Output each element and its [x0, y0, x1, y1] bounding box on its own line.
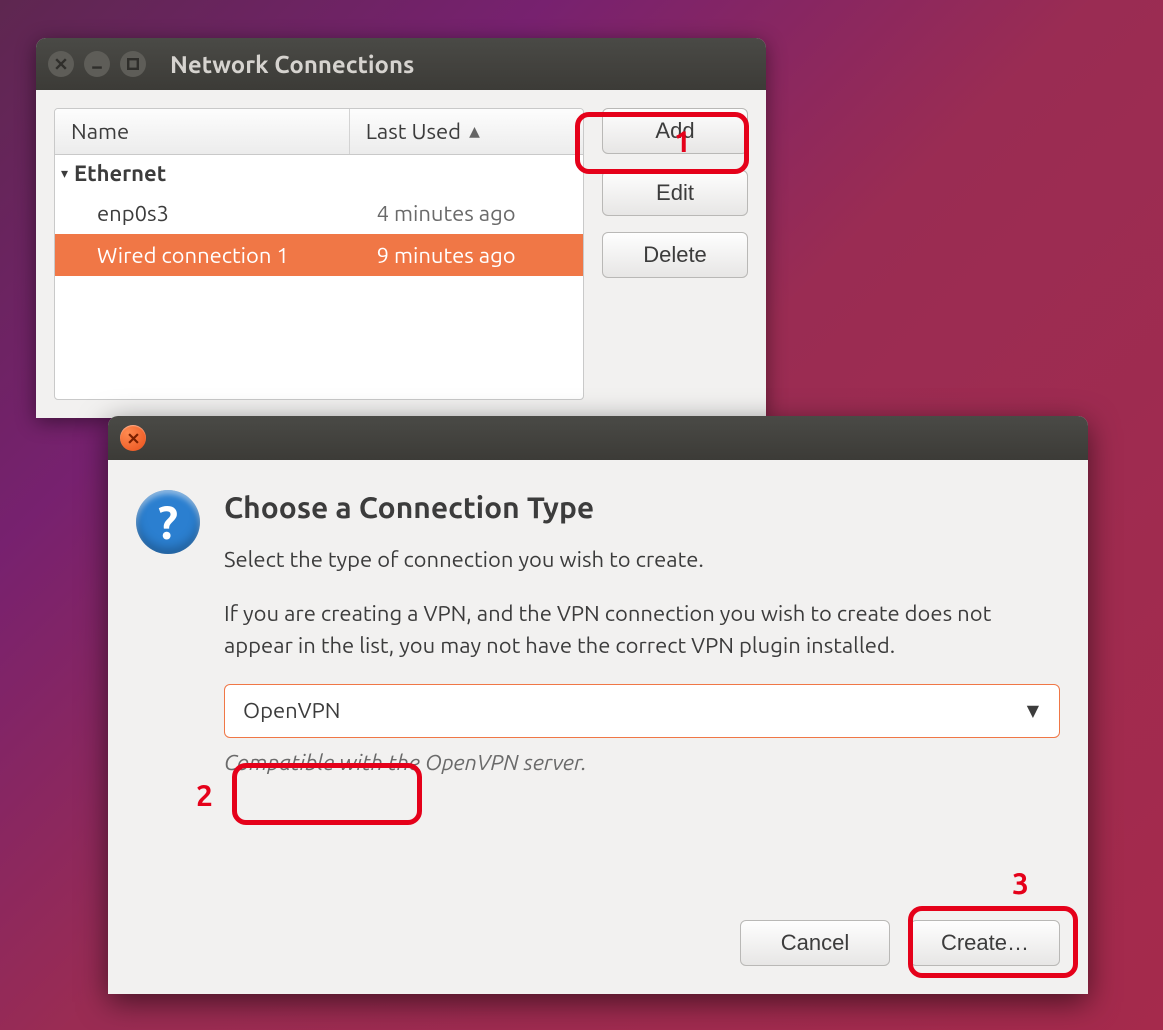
close-dialog-button[interactable] — [120, 425, 146, 451]
column-header-name[interactable]: Name — [55, 109, 350, 154]
minimize-window-button[interactable] — [84, 51, 110, 77]
edit-button[interactable]: Edit — [602, 170, 748, 216]
dropdown-helper-text: Compatible with the OpenVPN server. — [224, 750, 1060, 775]
titlebar[interactable]: Network Connections — [36, 38, 766, 90]
connection-last-used: 4 minutes ago — [361, 192, 583, 234]
cancel-button[interactable]: Cancel — [740, 920, 890, 966]
delete-button[interactable]: Delete — [602, 232, 748, 278]
connection-row[interactable]: Wired connection 1 9 minutes ago — [55, 234, 583, 276]
window-title: Network Connections — [170, 51, 414, 78]
expand-toggle-icon[interactable]: ▾ — [61, 165, 68, 182]
group-row-ethernet[interactable]: ▾ Ethernet — [55, 155, 583, 192]
column-label: Last Used — [366, 119, 461, 144]
column-header-last-used[interactable]: Last Used ▲ — [350, 109, 583, 154]
dialog-description-1: Select the type of connection you wish t… — [224, 544, 1060, 576]
dialog-titlebar[interactable] — [108, 416, 1088, 460]
connection-last-used: 9 minutes ago — [361, 234, 583, 276]
close-window-button[interactable] — [48, 51, 74, 77]
list-header: Name Last Used ▲ — [55, 109, 583, 155]
column-label: Name — [71, 119, 129, 144]
choose-connection-type-dialog: ? Choose a Connection Type Select the ty… — [108, 416, 1088, 994]
group-label: Ethernet — [74, 161, 166, 186]
connection-row[interactable]: enp0s3 4 minutes ago — [55, 192, 583, 234]
dropdown-selected-value: OpenVPN — [243, 698, 340, 723]
dialog-description-2: If you are creating a VPN, and the VPN c… — [224, 598, 1060, 662]
question-icon: ? — [136, 490, 200, 554]
connection-type-dropdown[interactable]: OpenVPN ▼ — [224, 684, 1060, 738]
maximize-window-button[interactable] — [120, 51, 146, 77]
connection-name: enp0s3 — [55, 192, 361, 234]
action-buttons: Add Edit Delete — [602, 108, 748, 400]
connection-name: Wired connection 1 — [55, 234, 361, 276]
add-button[interactable]: Add — [602, 108, 748, 154]
chevron-down-icon: ▼ — [1027, 701, 1039, 720]
sort-ascending-icon: ▲ — [469, 123, 480, 140]
connections-list[interactable]: Name Last Used ▲ ▾ Ethernet enp0s3 4 min… — [54, 108, 584, 400]
dialog-title: Choose a Connection Type — [224, 490, 1060, 524]
create-button[interactable]: Create… — [910, 920, 1060, 966]
network-connections-window: Network Connections Name Last Used ▲ ▾ E… — [36, 38, 766, 418]
